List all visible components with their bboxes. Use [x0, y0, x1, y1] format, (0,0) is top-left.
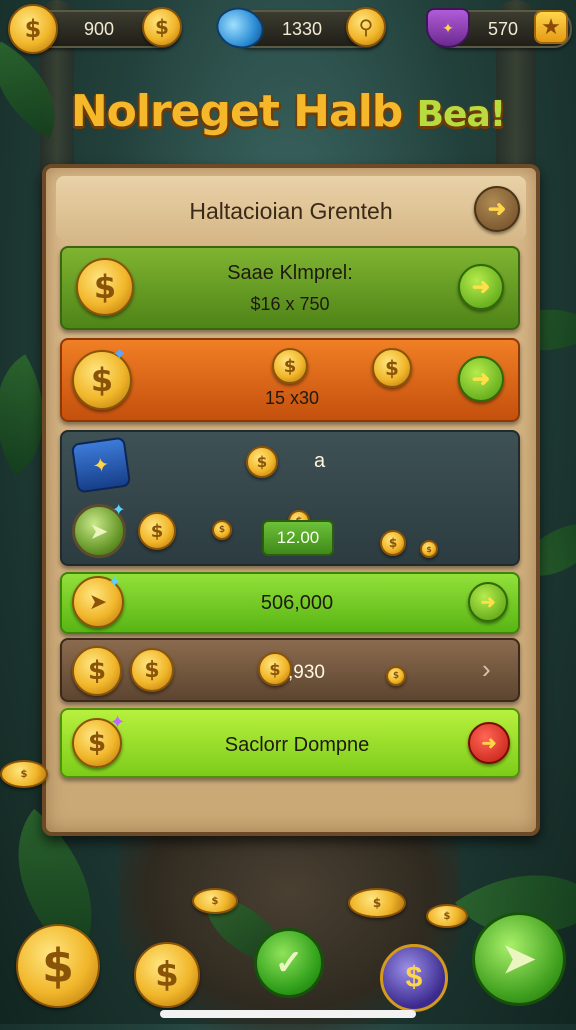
dollar-coin-icon: $ [258, 652, 292, 686]
purple-coin-icon[interactable]: $ [380, 944, 448, 1012]
board-header-text: Haltacioian Grenteh [189, 198, 393, 224]
dollar-coin-icon: $ [246, 446, 278, 478]
dollar-coin-icon: $ [272, 348, 308, 384]
row6-arrow-button[interactable]: ➜ [468, 722, 510, 764]
row1-value: $16 x 750 [250, 294, 330, 314]
treasure-chest-icon[interactable]: ✦ [70, 436, 132, 494]
resource-bar: 900 $ $ 1330 ⚲ 570 ✦ ★ [0, 0, 576, 59]
header-arrow-button[interactable]: ➜ [474, 186, 520, 232]
row6-label: Saclorr Dompne [224, 734, 370, 756]
dollar-coin-icon: $ [192, 888, 238, 914]
sparkle-icon: ✦ [110, 712, 126, 732]
dollar-coin-icon: $ [348, 888, 406, 918]
row3-amount-badge: 12.00 [262, 520, 334, 556]
dollar-coin-icon: $ [426, 904, 468, 928]
checkmark-icon[interactable]: ✓ [254, 928, 324, 998]
dollar-coin-icon[interactable]: $ [134, 942, 200, 1008]
reward-row-2[interactable]: $ ✦ $ $ 15 x30 ➜ [60, 338, 520, 422]
reward-row-6[interactable]: $ ✦ Saclorr Dompne ➜ [60, 708, 520, 778]
dollar-coin-icon: $ [420, 540, 438, 558]
title-accent: Bea! [416, 94, 507, 135]
coin-count: 900 [84, 19, 115, 39]
dollar-coin-icon: $ [212, 520, 232, 540]
reward-row-5[interactable]: $ $ $ ,930 $ [60, 638, 520, 702]
dollar-coin-icon: $ [0, 760, 48, 788]
sparkle-icon: ✦ [112, 344, 128, 364]
green-arrow-button[interactable]: ➤ [472, 912, 566, 1006]
magnifier-coin-icon[interactable]: ⚲ [346, 7, 386, 47]
row1-arrow-button[interactable]: ➜ [458, 264, 504, 310]
row5-value: ,930 [288, 662, 325, 683]
reward-row-1[interactable]: $ Saae Klmprel: $16 x 750 ➜ [60, 246, 520, 330]
dollar-coin-icon: $ [8, 4, 58, 54]
purple-shield-icon: ✦ [426, 8, 470, 48]
home-indicator[interactable] [160, 1010, 416, 1018]
page-title: Nolreget Halb Bea! [0, 86, 576, 137]
shield-count: 570 [488, 19, 519, 39]
dollar-coin-icon: $ [380, 530, 406, 556]
row2-value: 15 x30 [264, 388, 320, 408]
dollar-coin-icon: $ [72, 646, 122, 696]
sparkle-icon: ✦ [108, 574, 122, 591]
dollar-coin-icon: $ [138, 512, 176, 550]
sparkle-icon: ✦ [112, 502, 126, 519]
row4-value: 506,000 [260, 592, 334, 614]
row1-label: Saae Klmprel: [227, 262, 353, 284]
row3-count: a [314, 450, 326, 472]
gem-count: 1330 [282, 19, 323, 39]
dollar-coin-icon[interactable]: $ [16, 924, 100, 1008]
dollar-coin-icon: $ [372, 348, 412, 388]
board-header: Haltacioian Grenteh ➜ [56, 176, 526, 240]
title-main: Nolreget Halb [70, 86, 403, 137]
reward-row-4[interactable]: ➤ ✦ 506,000 ➜ [60, 572, 520, 634]
star-icon[interactable]: ★ [534, 10, 568, 44]
blue-gem-icon [209, 0, 271, 59]
dollar-coin-icon: $ [130, 648, 174, 692]
chevron-right-icon[interactable]: › [482, 654, 491, 685]
dollar-coin-icon: $ [386, 666, 406, 686]
dollar-coin-icon[interactable]: $ [142, 7, 182, 47]
row2-arrow-button[interactable]: ➜ [458, 356, 504, 402]
row4-arrow-button[interactable]: ➜ [468, 582, 508, 622]
